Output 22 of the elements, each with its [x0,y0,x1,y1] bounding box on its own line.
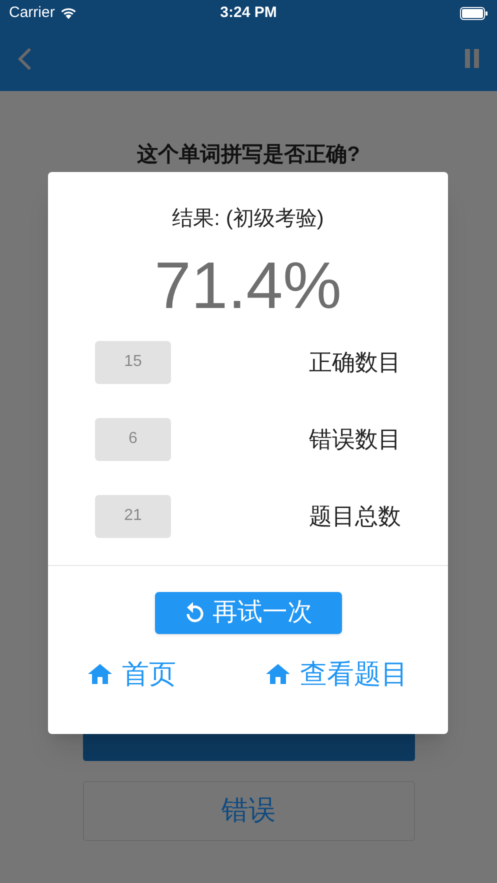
stat-label: 正确数目 [309,348,401,377]
stat-label: 题目总数 [309,502,401,531]
back-icon[interactable] [18,46,32,70]
wrong-button[interactable]: 错误 [82,780,414,840]
count-field: 6 [95,418,171,460]
wifi-icon [60,7,77,19]
nav-link[interactable]: 首页 [88,654,176,694]
refresh-icon [184,602,204,624]
home-icon [266,664,290,684]
nav-link[interactable]: 查看题目 [266,654,408,694]
retry-button[interactable]: 再试一次 [154,592,342,634]
pause-icon[interactable] [465,49,479,68]
count-field: 21 [95,494,171,538]
score-percent: 71.4% [154,246,342,322]
clock-time: 3:24 PM [220,2,277,23]
stat-label: 错误数目 [309,424,401,454]
carrier-label: Carrier [9,2,55,23]
battery-icon [460,6,488,20]
dialog-title: 结果: (初级考验) [172,206,324,232]
question-text: 这个单词拼写是否正确? [137,142,360,168]
count-field: 15 [95,340,171,384]
home-icon [88,664,112,684]
